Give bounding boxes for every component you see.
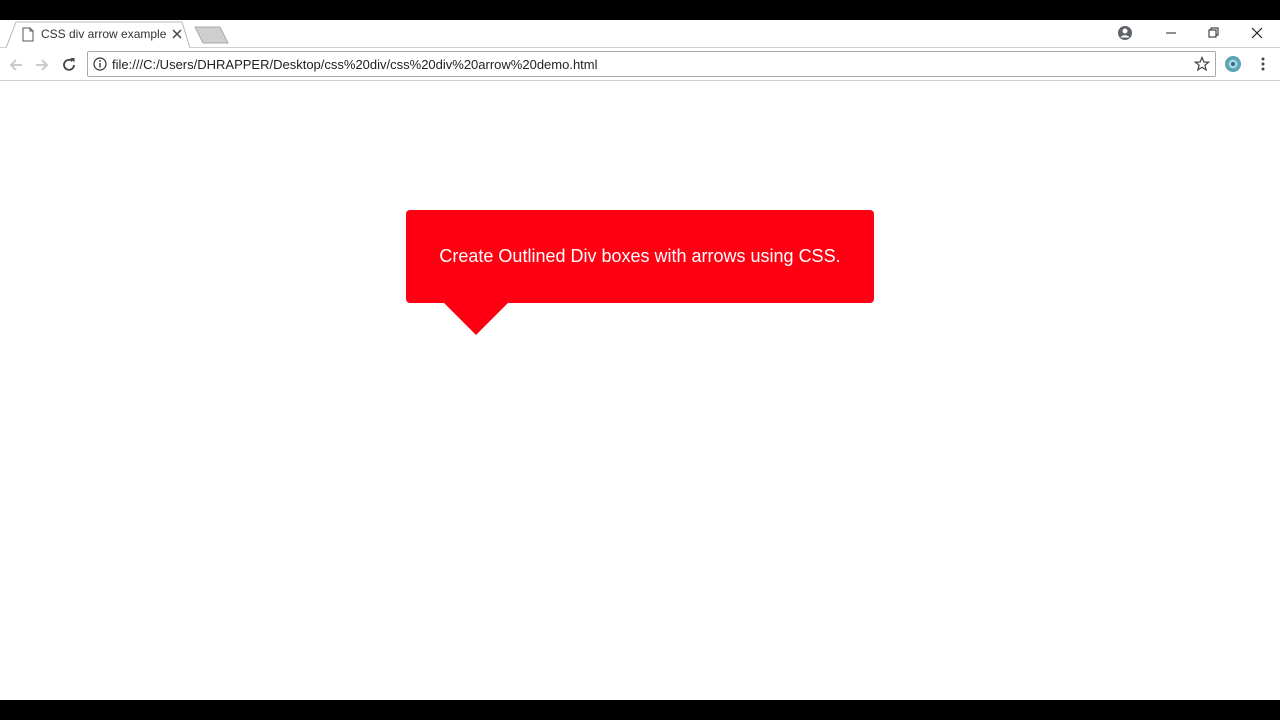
info-icon[interactable] xyxy=(93,57,107,71)
tab-title: CSS div arrow example xyxy=(41,27,167,41)
star-icon[interactable] xyxy=(1194,56,1210,72)
tab-strip: CSS div arrow example xyxy=(0,20,1280,48)
letterbox-bottom xyxy=(0,700,1280,720)
page-icon xyxy=(22,27,34,42)
arrow-box: Create Outlined Div boxes with arrows us… xyxy=(406,210,874,303)
page-viewport: Create Outlined Div boxes with arrows us… xyxy=(0,82,1280,700)
browser-window: CSS div arrow example file:///C:/Users/D… xyxy=(0,20,1280,700)
tab-active[interactable]: CSS div arrow example xyxy=(6,21,190,48)
letterbox-top xyxy=(0,0,1280,20)
close-icon[interactable] xyxy=(169,26,185,42)
forward-icon[interactable] xyxy=(32,55,52,75)
menu-icon[interactable] xyxy=(1256,56,1270,72)
restore-icon[interactable] xyxy=(1192,20,1234,46)
extension-icon[interactable] xyxy=(1224,55,1242,73)
profile-icon[interactable] xyxy=(1117,25,1133,41)
back-icon[interactable] xyxy=(6,55,26,75)
new-tab-icon[interactable] xyxy=(194,26,230,44)
minimize-icon[interactable] xyxy=(1150,20,1192,46)
reload-icon[interactable] xyxy=(59,55,79,75)
arrow-box-pointer xyxy=(444,303,508,335)
close-window-icon[interactable] xyxy=(1236,20,1278,46)
url-text[interactable]: file:///C:/Users/DHRAPPER/Desktop/css%20… xyxy=(112,57,598,72)
arrow-box-message: Create Outlined Div boxes with arrows us… xyxy=(439,246,841,266)
toolbar: file:///C:/Users/DHRAPPER/Desktop/css%20… xyxy=(0,49,1280,81)
address-bar[interactable]: file:///C:/Users/DHRAPPER/Desktop/css%20… xyxy=(87,51,1216,77)
